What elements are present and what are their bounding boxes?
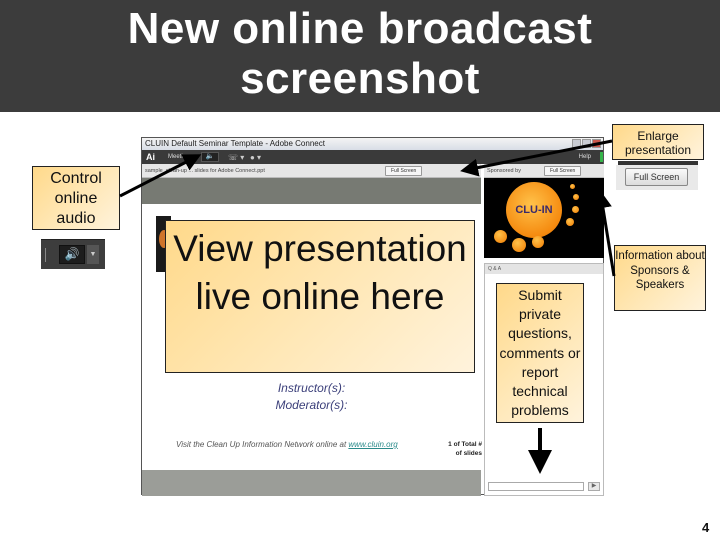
- slide-title-line-1: New online broadcast: [127, 4, 593, 53]
- page-number: 4: [702, 520, 710, 535]
- window-controls: [572, 139, 601, 148]
- slide-title: New online broadcast screenshot: [0, 0, 720, 112]
- logo-dot: [494, 230, 507, 243]
- send-icon[interactable]: ▶: [588, 482, 600, 491]
- logo-dot: [512, 238, 526, 252]
- slide-title-line-2: screenshot: [240, 54, 480, 103]
- window-title: CLUIN Default Seminar Template - Adobe C…: [145, 139, 325, 148]
- slide-count-line-1: 1 of Total #: [448, 441, 482, 448]
- status-indicator: [600, 152, 603, 162]
- maximize-button[interactable]: [582, 139, 591, 148]
- meeting-menu[interactable]: Meeting: [168, 150, 189, 164]
- callout-sponsor-info: Information about Sponsors & Speakers: [614, 245, 706, 311]
- callout-enlarge-presentation: Enlarge presentation: [612, 124, 704, 160]
- chevron-down-icon[interactable]: ▼: [87, 245, 99, 264]
- toolbar-divider: [45, 248, 46, 262]
- window-titlebar: CLUIN Default Seminar Template - Adobe C…: [142, 138, 603, 150]
- share-pod-bottom-band: [142, 470, 481, 496]
- share-pod-header: sample_clean-up ... slides for Adobe Con…: [142, 164, 481, 178]
- slide-footer: Visit the Clean Up Information Network o…: [176, 440, 398, 449]
- slide-footer-text: Visit the Clean Up Information Network o…: [176, 440, 349, 449]
- sponsor-pod-header: Sponsored by Full Screen: [484, 164, 604, 178]
- phone-icon[interactable]: ☏ ▾: [228, 151, 244, 165]
- slide-instructors: Instructor(s):: [277, 381, 346, 395]
- slide-count-line-2: of slides: [455, 450, 482, 457]
- help-menu[interactable]: Help: [579, 150, 591, 164]
- slide-count: 1 of Total # of slides: [442, 440, 482, 458]
- callout-submit-questions: Submit private questions, comments or re…: [496, 283, 584, 423]
- logo-dot: [532, 236, 544, 248]
- speaker-icon[interactable]: 🔈: [201, 152, 219, 162]
- full-screen-button[interactable]: Full Screen: [625, 168, 688, 186]
- callout-view-presentation: View presentation live online here: [165, 220, 475, 373]
- close-button[interactable]: [592, 139, 601, 148]
- qa-input[interactable]: [488, 482, 584, 491]
- webcam-icon[interactable]: ● ▾: [250, 151, 261, 165]
- sponsor-pod: CLU-IN: [484, 178, 604, 258]
- share-pod-filename: sample_clean-up ... slides for Adobe Con…: [145, 168, 265, 174]
- minimize-button[interactable]: [572, 139, 581, 148]
- speaker-icon[interactable]: 🔊: [59, 245, 85, 264]
- share-full-screen-button[interactable]: Full Screen: [385, 166, 423, 176]
- logo-dot: [566, 218, 574, 226]
- sponsor-full-screen-button[interactable]: Full Screen: [544, 166, 582, 176]
- adobe-logo-icon: Ai: [146, 152, 155, 162]
- app-menubar: Ai Meeting 🔈 ☏ ▾ ● ▾ Help: [142, 150, 603, 164]
- qa-pod-header: Q & A: [485, 264, 603, 274]
- cluin-link[interactable]: www.cluin.org: [348, 440, 397, 449]
- sponsor-pod-title: Sponsored by: [487, 168, 521, 174]
- callout-control-audio: Control online audio: [32, 166, 120, 230]
- logo-dot: [573, 194, 579, 200]
- audio-control-widget: 🔊 ▼: [41, 239, 105, 269]
- slide-moderators: Moderator(s):: [275, 398, 348, 412]
- logo-dot: [572, 206, 579, 213]
- logo-dot: [570, 184, 575, 189]
- clu-in-logo: CLU-IN: [506, 182, 562, 238]
- share-pod-top-band: [142, 178, 481, 204]
